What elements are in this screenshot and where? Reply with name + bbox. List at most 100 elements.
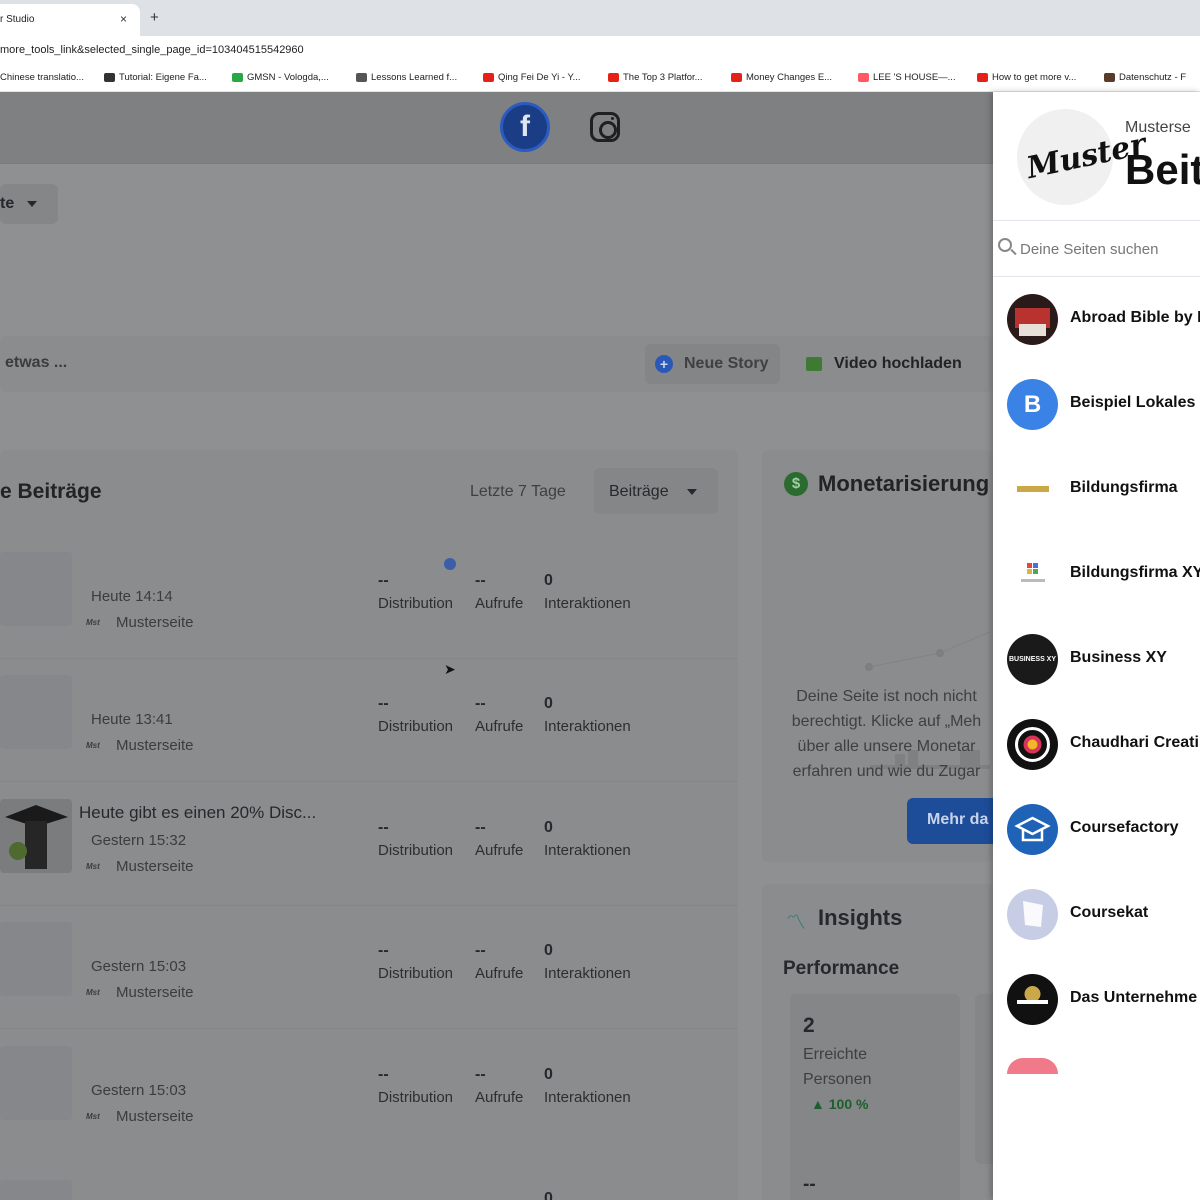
bookmark-label: Tutorial: Eigene Fa... bbox=[119, 72, 207, 83]
metric-interactions-value: 0 bbox=[544, 942, 553, 959]
bookmark-item[interactable]: Money Changes E... bbox=[731, 72, 832, 83]
search-icon bbox=[998, 238, 1012, 252]
table-row[interactable]: Heute gibt es einen 20% Disc... Gestern 1… bbox=[0, 789, 738, 913]
address-bar[interactable]: more_tools_link&selected_single_page_id=… bbox=[0, 36, 1200, 64]
bookmark-item[interactable]: Lessons Learned f... bbox=[356, 72, 457, 83]
bookmark-label: Lessons Learned f... bbox=[371, 72, 458, 83]
page-list-item[interactable]: Abroad Bible by I bbox=[993, 292, 1200, 377]
composer-prompt: etwas ... bbox=[5, 354, 68, 371]
facebook-icon[interactable]: f bbox=[500, 102, 550, 152]
metric-interactions-value: 0 bbox=[544, 819, 553, 836]
bookmark-item[interactable]: Chinese translatio... bbox=[0, 72, 84, 83]
page-dropdown[interactable]: te bbox=[0, 184, 58, 224]
row-divider bbox=[0, 1028, 738, 1029]
reach-value: 2 bbox=[803, 1014, 815, 1037]
metric-distribution-value: -- bbox=[378, 695, 389, 712]
post-thumbnail bbox=[0, 1046, 72, 1120]
post-time: Heute 13:41 bbox=[91, 711, 173, 728]
page-avatar: B bbox=[1007, 379, 1058, 430]
bookmark-item[interactable]: Datenschutz - F bbox=[1104, 72, 1186, 83]
page-avatar-icon: Mst bbox=[86, 1112, 100, 1121]
bookmark-label: Qing Fei De Yi - Y... bbox=[498, 72, 581, 83]
divider bbox=[993, 220, 1200, 221]
metric-interactions-label: Interaktionen bbox=[544, 965, 631, 982]
monetization-text-line: Deine Seite ist noch nicht bbox=[796, 688, 977, 705]
page-list-item[interactable]: Chaudhari Creati bbox=[993, 717, 1200, 802]
bookmark-label: How to get more v... bbox=[992, 72, 1077, 83]
bookmark-item[interactable]: How to get more v... bbox=[977, 72, 1076, 83]
table-row[interactable]: Gestern 15:03 Mst Musterseite -- Distributio… bbox=[0, 912, 738, 1036]
performance-title: Performance bbox=[783, 958, 900, 979]
post-page-name: Musterseite bbox=[116, 858, 194, 875]
page-avatar bbox=[1007, 974, 1058, 1025]
metric-distribution-label: Distribution bbox=[378, 1089, 454, 1106]
page-list-item[interactable]: Bildungsfirma XY bbox=[993, 547, 1200, 632]
instagram-icon[interactable] bbox=[590, 112, 620, 142]
dollar-icon: $ bbox=[784, 472, 808, 496]
table-row[interactable]: Heute 13:41 Mst Musterseite -- Distribution -… bbox=[0, 665, 738, 789]
bookmark-favicon-icon bbox=[1104, 73, 1115, 82]
reach-change: ▲ 100 % bbox=[811, 1096, 869, 1112]
post-thumbnail bbox=[0, 922, 72, 996]
top-navigation bbox=[0, 92, 993, 164]
metric-interactions-value: 0 bbox=[544, 1190, 553, 1200]
metric-views-label: Aufrufe bbox=[475, 965, 524, 982]
page-list-label: Beispiel Lokales bbox=[1070, 394, 1196, 411]
page-avatar bbox=[1007, 294, 1058, 345]
bookmark-item[interactable]: The Top 3 Platfor... bbox=[608, 72, 703, 83]
page-list-label: Bildungsfirma XY bbox=[1070, 564, 1200, 581]
address-bar-url: more_tools_link&selected_single_page_id=… bbox=[0, 44, 304, 56]
page-avatar: BUSINESS XY bbox=[1007, 634, 1058, 685]
bookmark-item[interactable]: LEE 'S HOUSE—... bbox=[858, 72, 956, 83]
bookmark-label: Datenschutz - F bbox=[1119, 72, 1187, 83]
bookmark-favicon-icon bbox=[731, 73, 742, 82]
page-list-item[interactable]: B Beispiel Lokales bbox=[993, 377, 1200, 462]
page-list-item[interactable]: Coursekat bbox=[993, 887, 1200, 972]
trend-line-icon: 〽 bbox=[786, 912, 806, 934]
bookmark-label: Money Changes E... bbox=[746, 72, 833, 83]
page-list-label: Business XY bbox=[1070, 649, 1167, 666]
metric-views-value: -- bbox=[475, 572, 486, 589]
table-row[interactable]: Gestern 15:03 Mst Musterseite -- Distributio… bbox=[0, 1036, 738, 1160]
page-list-label: Abroad Bible by I bbox=[1070, 309, 1200, 326]
post-time: Heute 14:14 bbox=[91, 588, 173, 605]
post-time: Gestern 15:03 bbox=[91, 1082, 187, 1099]
status-dot bbox=[444, 558, 456, 570]
page-avatar bbox=[1007, 1058, 1058, 1074]
metric-views-value: -- bbox=[475, 695, 486, 712]
date-range-label: Letzte 7 Tage bbox=[470, 483, 566, 500]
monetization-text: Deine Seite ist noch nicht berechtigt. K… bbox=[780, 684, 993, 784]
metric-interactions-label: Interaktionen bbox=[544, 1089, 631, 1106]
bookmark-item[interactable]: Tutorial: Eigene Fa... bbox=[104, 72, 207, 83]
row-divider bbox=[0, 905, 738, 906]
new-tab-button[interactable]: + bbox=[150, 9, 159, 26]
panel-heading: Beit bbox=[1125, 146, 1200, 193]
bookmark-item[interactable]: Qing Fei De Yi - Y... bbox=[483, 72, 581, 83]
metric-interactions-value: 0 bbox=[544, 1066, 553, 1083]
photo-video-icon bbox=[806, 357, 822, 371]
upload-video-button[interactable]: Video hochladen bbox=[834, 355, 962, 373]
table-row[interactable]: Heute 14:14 Mst Musterseite -- Distribution -… bbox=[0, 542, 738, 666]
metric-views-label: Aufrufe bbox=[475, 842, 524, 859]
post-thumbnail bbox=[0, 799, 72, 873]
page-list-item[interactable]: Bildungsfirma bbox=[993, 462, 1200, 547]
bookmark-label: LEE 'S HOUSE—... bbox=[873, 72, 956, 83]
page-list-item[interactable]: Coursefactory bbox=[993, 802, 1200, 887]
metric-card[interactable] bbox=[975, 994, 993, 1164]
page-search-input[interactable] bbox=[1020, 236, 1200, 262]
bookmark-item[interactable]: GMSN - Vologda,... bbox=[232, 72, 329, 83]
metric-interactions-value: 0 bbox=[544, 695, 553, 712]
post-thumbnail bbox=[0, 1180, 72, 1200]
post-page-name: Musterseite bbox=[116, 1108, 194, 1125]
page-list-label: Das Unternehme bbox=[1070, 989, 1198, 1006]
page-list-label: Bildungsfirma bbox=[1070, 479, 1178, 496]
chevron-down-icon bbox=[26, 200, 37, 207]
close-tab-icon[interactable]: × bbox=[120, 12, 127, 26]
page-list-item[interactable]: Das Unternehme bbox=[993, 972, 1200, 1057]
browser-tab[interactable]: r Studio × bbox=[0, 4, 140, 36]
learn-more-button[interactable]: Mehr da bbox=[907, 798, 993, 844]
bookmark-favicon-icon bbox=[232, 73, 243, 82]
bookmark-favicon-icon bbox=[483, 73, 494, 82]
post-page-name: Musterseite bbox=[116, 614, 194, 631]
page-list-item[interactable]: BUSINESS XY Business XY bbox=[993, 632, 1200, 717]
